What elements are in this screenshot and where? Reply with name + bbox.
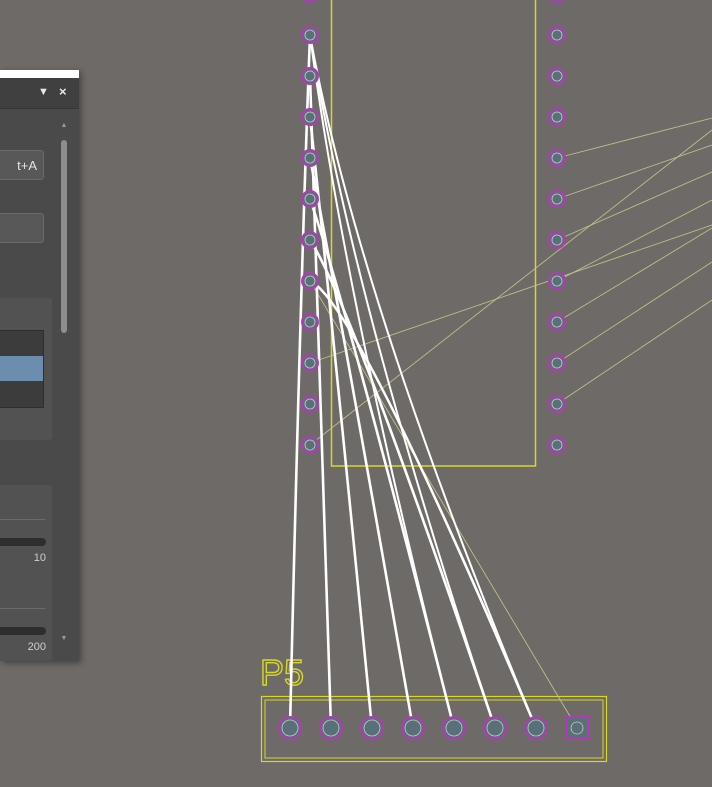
ic-pad-right[interactable] <box>548 190 566 208</box>
listbox-selected-row[interactable] <box>0 356 43 381</box>
slider-track-2[interactable] <box>0 627 46 635</box>
slider-1-value: 10 <box>33 552 46 564</box>
ic-pad-right[interactable] <box>548 313 566 331</box>
ic-pad-left[interactable] <box>301 26 319 44</box>
divider <box>0 519 45 520</box>
designator-label: P5 <box>260 652 304 693</box>
ic-pad-right[interactable] <box>548 272 566 290</box>
ic-pad-left[interactable] <box>301 67 319 85</box>
divider <box>0 608 45 609</box>
canvas-background <box>0 0 712 787</box>
ic-pad-left[interactable] <box>301 231 319 249</box>
panel-menu-dropdown-icon[interactable]: ▼ <box>38 85 49 99</box>
panel-button[interactable] <box>0 213 44 243</box>
ic-pad-right[interactable] <box>548 108 566 126</box>
ic-pad-left[interactable] <box>301 354 319 372</box>
ic-pad-left[interactable] <box>301 149 319 167</box>
ic-pad-right[interactable] <box>548 67 566 85</box>
ic-pad-left[interactable] <box>301 395 319 413</box>
ic-pad-left[interactable] <box>301 313 319 331</box>
ic-pad-right[interactable] <box>548 26 566 44</box>
pcb-canvas[interactable]: P5 <box>0 0 712 787</box>
scrollbar-thumb[interactable] <box>61 140 67 333</box>
ic-pad-right[interactable] <box>548 354 566 372</box>
panel-titlebar[interactable] <box>0 70 79 78</box>
panel-close-icon[interactable]: × <box>59 85 67 99</box>
shortcut-button[interactable]: t+A <box>0 150 44 180</box>
ic-pad-right[interactable] <box>548 231 566 249</box>
slider-track-1[interactable] <box>0 538 46 546</box>
ic-pad-right[interactable] <box>548 436 566 454</box>
floating-panel: ▼ × t+A 10 200 ▲ ▼ <box>0 70 79 661</box>
ic-pad-right[interactable] <box>548 149 566 167</box>
scroll-up-icon[interactable]: ▲ <box>59 122 69 130</box>
ic-pad-right[interactable] <box>548 395 566 413</box>
panel-scrollbar[interactable]: ▲ ▼ <box>59 122 69 647</box>
ic-pad-left[interactable] <box>301 436 319 454</box>
ic-pad-left[interactable] <box>301 190 319 208</box>
panel-listbox[interactable] <box>0 330 44 408</box>
ic-pad-left[interactable] <box>301 272 319 290</box>
scroll-down-icon[interactable]: ▼ <box>59 635 69 643</box>
connector-pad-square[interactable] <box>565 716 589 740</box>
ic-pad-left[interactable] <box>301 108 319 126</box>
slider-2-value: 200 <box>27 641 46 653</box>
